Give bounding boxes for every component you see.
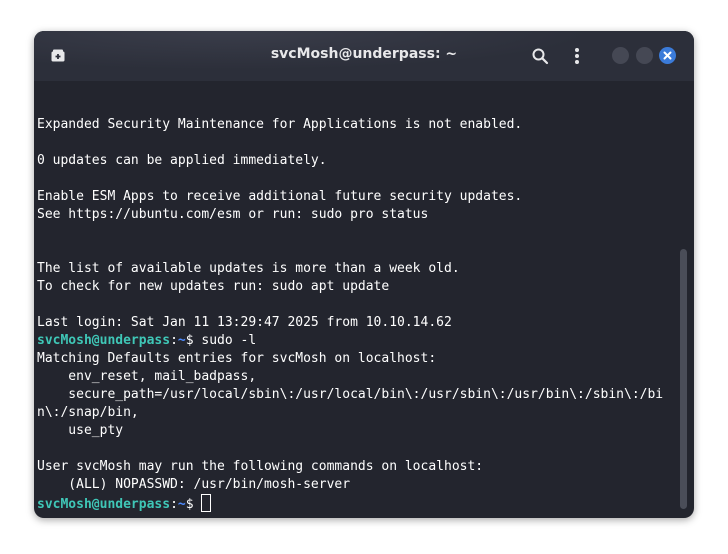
prompt-separator: : — [170, 497, 178, 512]
prompt-path: ~ — [177, 497, 186, 512]
output-line: Last login: Sat Jan 11 13:29:47 2025 fro… — [37, 315, 452, 330]
prompt-separator: : — [170, 333, 178, 348]
output-line: n\:/snap/bin, — [37, 405, 139, 420]
output-line: Matching Defaults entries for svcMosh on… — [37, 351, 437, 366]
text-cursor — [201, 494, 212, 512]
maximize-icon[interactable] — [636, 47, 653, 64]
output-line: env_reset, mail_badpass, — [37, 369, 257, 384]
output-line: Expanded Security Maintenance for Applic… — [37, 117, 523, 132]
output-line: To check for new updates run: sudo apt u… — [37, 279, 390, 294]
prompt-symbol: $ — [185, 497, 202, 512]
output-line: User svcMosh may run the following comma… — [37, 459, 484, 474]
prompt-user: svcMosh@underpass — [37, 497, 171, 512]
scrollbar-thumb[interactable] — [680, 249, 687, 509]
title-bar[interactable]: svcMosh@underpass: ~ — [34, 31, 694, 81]
close-icon[interactable] — [659, 47, 676, 64]
output-line: use_pty — [37, 423, 124, 438]
terminal-window: svcMosh@underpass: ~ Expanded Security M… — [34, 31, 694, 518]
terminal-output[interactable]: Expanded Security Maintenance for Applic… — [34, 81, 683, 518]
prompt-symbol: $ — [185, 333, 202, 348]
output-line: (ALL) NOPASSWD: /usr/bin/mosh-server — [37, 477, 351, 492]
output-line: Enable ESM Apps to receive additional fu… — [37, 189, 523, 204]
kebab-menu-icon[interactable] — [570, 46, 584, 66]
prompt-line[interactable]: svcMosh@underpass:~$ — [37, 494, 212, 512]
prompt-line: svcMosh@underpass:~$ sudo -l — [37, 332, 256, 350]
prompt-path: ~ — [177, 333, 186, 348]
search-icon[interactable] — [531, 47, 549, 65]
output-line: The list of available updates is more th… — [37, 261, 460, 276]
window-title: svcMosh@underpass: ~ — [270, 46, 458, 62]
output-line: See https://ubuntu.com/esm or run: sudo … — [37, 207, 429, 222]
prompt-user: svcMosh@underpass — [37, 333, 171, 348]
command-text: sudo -l — [201, 333, 257, 348]
minimize-icon[interactable] — [612, 47, 629, 64]
output-line: 0 updates can be applied immediately. — [37, 153, 327, 168]
output-line: secure_path=/usr/local/sbin\:/usr/local/… — [37, 387, 664, 402]
